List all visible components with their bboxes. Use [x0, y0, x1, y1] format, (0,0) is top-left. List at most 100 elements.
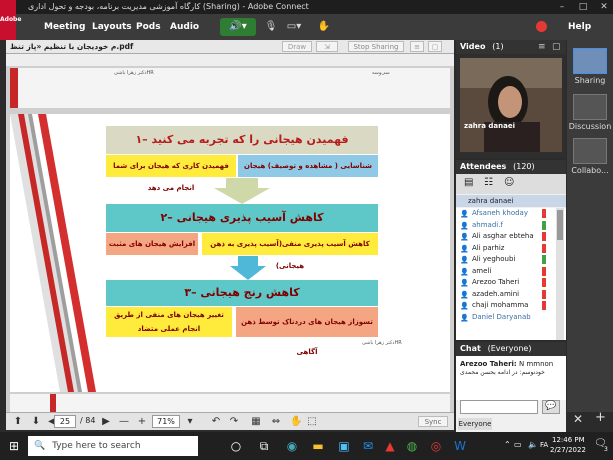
attendee-row[interactable]: 👤 azadeh.amini: [458, 289, 546, 301]
page-number-input[interactable]: 25: [54, 415, 76, 428]
chrome-icon[interactable]: ◍: [404, 438, 420, 454]
mail-icon[interactable]: ✉: [360, 438, 376, 454]
attendee-row[interactable]: 👤 Ali parhiz: [458, 243, 546, 255]
page-navigation-bar: ⬆ ⬇ ◀ 25 / 84 ▶ — + 71% ▾ ↶ ↷ ▦ ⇔ ✋ ⬚ Sy…: [6, 412, 454, 430]
pod-maximize-icon[interactable]: ▢: [428, 41, 442, 52]
scroll-down-icon[interactable]: ⬇: [30, 415, 42, 428]
chat-tab-everyone[interactable]: Everyone: [458, 418, 492, 430]
scroll-up-icon[interactable]: ⬆: [12, 415, 24, 428]
attendee-row[interactable]: 👤 ahmadi.f: [458, 220, 546, 232]
zoom-select[interactable]: 71%: [152, 415, 180, 428]
attendee-row[interactable]: 👤 Ali asghar ebteha: [458, 231, 546, 243]
network-icon[interactable]: ▭: [514, 440, 522, 449]
next-page-icon[interactable]: ▶: [100, 415, 112, 428]
list-view-icon[interactable]: ▤: [464, 177, 473, 188]
attendee-row[interactable]: 👤 chaji mohamma: [458, 300, 546, 312]
video-maximize-icon[interactable]: ▢: [552, 42, 561, 52]
grid-view-icon[interactable]: ▦: [250, 415, 262, 428]
user-icon: 👤: [460, 256, 469, 264]
chat-input[interactable]: [460, 400, 538, 414]
chat-scope: (Everyone): [487, 344, 532, 353]
video-count: (1): [492, 42, 504, 51]
step3-title: ۳– کاهش رنج هیجانی: [106, 280, 378, 306]
menu-pods[interactable]: Pods: [136, 14, 161, 40]
logo-text: Adobe: [0, 16, 22, 23]
layout-collaboration-label[interactable]: Collabo...: [567, 166, 613, 175]
chat-pod-header: Chat (Everyone): [456, 342, 566, 356]
attendee-row[interactable]: 👤 Afsaneh khoday: [458, 208, 546, 220]
host-name: zahra danaei: [468, 197, 514, 205]
sync-button[interactable]: Sync: [418, 416, 448, 427]
opera-icon[interactable]: ◎: [428, 438, 444, 454]
layout-discussion-thumb[interactable]: [573, 94, 607, 120]
minimize-button[interactable]: –: [553, 0, 571, 14]
my-status-icon[interactable]: ☺: [504, 177, 514, 188]
layout-sharing-label[interactable]: Sharing: [567, 76, 613, 85]
windows-start-icon[interactable]: ⊞: [6, 438, 22, 454]
menu-bar: Meeting Layouts Pods Audio 🔊▾ 🎙 ▭▾ ✋ Hel…: [16, 14, 613, 40]
menu-help[interactable]: Help: [568, 14, 591, 40]
video-options-icon[interactable]: ≡: [538, 42, 546, 52]
record-indicator-icon[interactable]: [536, 21, 547, 32]
tools-icon[interactable]: ✕: [573, 412, 583, 426]
step3-left-box: تغییر هیجان های منفی از طریق انجام عملی …: [106, 307, 232, 337]
task-view-icon[interactable]: ⧉: [256, 438, 272, 454]
pod-options-icon[interactable]: ≡: [410, 41, 424, 52]
adobe-logo-icon: Adobe: [0, 0, 21, 40]
cortana-icon[interactable]: ○: [228, 438, 244, 454]
status-indicator: [542, 220, 546, 230]
status-view-icon[interactable]: ☷: [484, 177, 493, 188]
undo-icon[interactable]: ↶: [210, 415, 222, 428]
send-message-icon[interactable]: 💬: [542, 400, 560, 414]
fit-width-icon[interactable]: ⇔: [270, 415, 282, 428]
language-indicator[interactable]: FA: [540, 441, 548, 449]
search-placeholder: Type here to search: [52, 441, 141, 451]
zoom-dropdown-icon[interactable]: ▾: [184, 415, 196, 428]
menu-audio[interactable]: Audio: [170, 14, 199, 40]
window-title: کارگاه آموزشی مدیریت برنامه، بودجه و تحو…: [28, 2, 309, 11]
adobe-connect-icon[interactable]: ▲: [382, 438, 398, 454]
webcam-icon[interactable]: ▭▾: [284, 20, 304, 34]
hand-tool-icon[interactable]: ✋: [290, 415, 302, 428]
close-button[interactable]: ✕: [595, 0, 613, 14]
file-explorer-icon[interactable]: ▬: [310, 438, 326, 454]
user-icon: 👤: [460, 279, 469, 287]
taskbar-search-box[interactable]: 🔍 Type here to search: [28, 436, 198, 456]
pointer-tool-icon[interactable]: ⬚: [306, 415, 318, 428]
current-slide: ۱– فهمیدن هیجانی را که تجربه می کنید فهم…: [10, 114, 450, 392]
clock-date[interactable]: 2/27/2022: [550, 446, 586, 454]
scrollbar-thumb[interactable]: [557, 210, 563, 240]
layout-collaboration-thumb[interactable]: [573, 138, 607, 164]
speaker-button[interactable]: 🔊▾: [220, 18, 256, 36]
zoom-in-icon[interactable]: +: [136, 415, 148, 428]
attendee-row[interactable]: 👤 ameli: [458, 266, 546, 278]
menu-meeting[interactable]: Meeting: [44, 14, 85, 40]
clock-time[interactable]: 12:46 PM: [552, 436, 585, 444]
layout-sharing-thumb[interactable]: [573, 48, 607, 74]
draw-button[interactable]: Draw: [282, 41, 312, 52]
edge-icon[interactable]: ◉: [284, 438, 300, 454]
status-indicator: [542, 278, 546, 287]
volume-icon[interactable]: 🔈: [528, 440, 538, 449]
menu-layouts[interactable]: Layouts: [92, 14, 132, 40]
host-row[interactable]: zahra danaei: [456, 195, 566, 207]
attendee-scrollbar[interactable]: [556, 208, 564, 340]
add-layout-icon[interactable]: +: [595, 410, 606, 425]
zoom-out-icon[interactable]: —: [118, 415, 130, 428]
slide-viewport[interactable]: دکتر زهرا باشیHR سی‌و‌سه ۱– فهمیدن هیجان…: [6, 66, 454, 412]
fullscreen-icon[interactable]: ⇲: [316, 41, 338, 52]
raise-hand-icon[interactable]: ✋: [314, 20, 334, 34]
attendee-row[interactable]: 👤 Ali yeghoubi: [458, 254, 546, 266]
chevron-up-icon[interactable]: ⌃: [504, 440, 511, 449]
window-titlebar: کارگاه آموزشی مدیریت برنامه، بودجه و تحو…: [0, 0, 613, 14]
stop-sharing-button[interactable]: Stop Sharing: [348, 41, 404, 52]
redo-icon[interactable]: ↷: [228, 415, 240, 428]
microphone-icon[interactable]: 🎙: [262, 20, 280, 34]
store-icon[interactable]: ▣: [336, 438, 352, 454]
attendee-row[interactable]: 👤 Arezoo Taheri: [458, 277, 546, 289]
word-icon[interactable]: W: [452, 438, 468, 454]
attendee-row[interactable]: 👤 Daniel Daryanab: [458, 312, 546, 324]
maximize-button[interactable]: □: [574, 0, 592, 14]
layout-discussion-label[interactable]: Discussion: [567, 122, 613, 131]
video-feed[interactable]: zahra danaei: [460, 58, 562, 152]
